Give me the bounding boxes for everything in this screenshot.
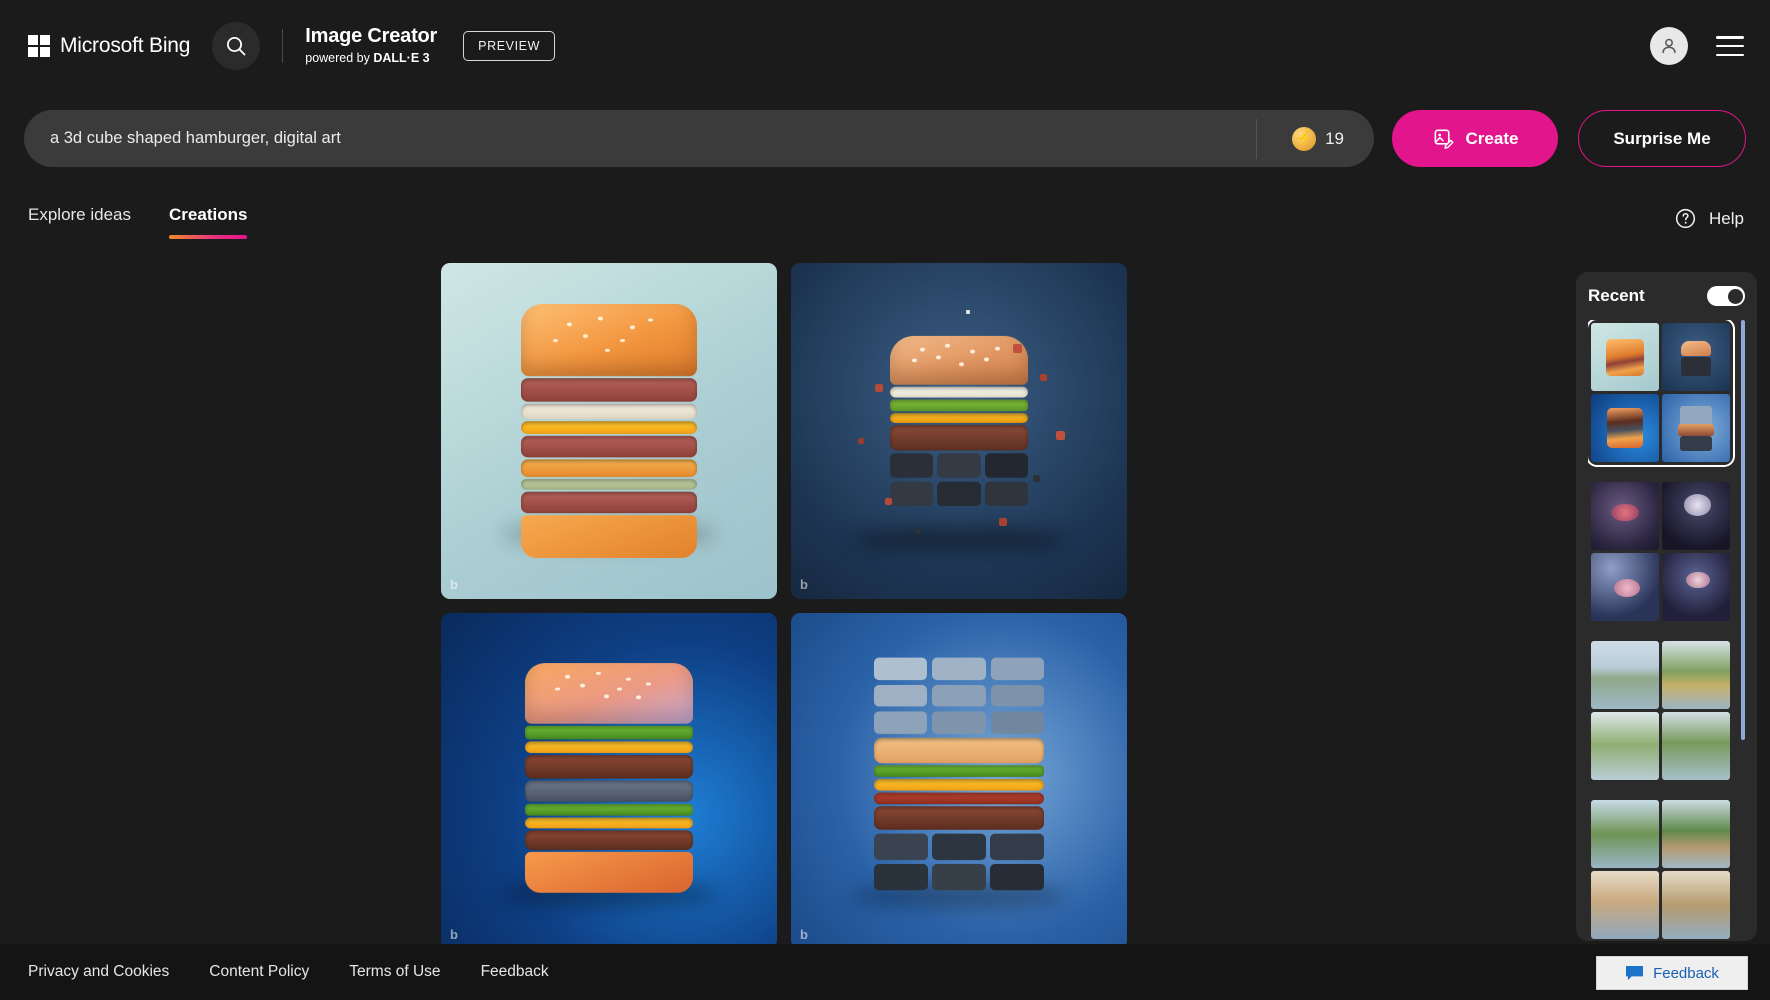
- tab-bar: Explore ideas Creations Help: [0, 205, 1770, 249]
- recent-thumb[interactable]: [1591, 394, 1659, 462]
- footer-link-content-policy[interactable]: Content Policy: [209, 963, 309, 981]
- prompt-input[interactable]: a 3d cube shaped hamburger, digital art …: [24, 110, 1374, 167]
- recent-thumb[interactable]: [1662, 482, 1730, 550]
- recent-thumb[interactable]: [1591, 712, 1659, 780]
- recent-header: Recent: [1588, 286, 1745, 306]
- recent-thumb[interactable]: [1591, 641, 1659, 709]
- tab-explore-ideas[interactable]: Explore ideas: [28, 205, 131, 239]
- search-icon: [227, 37, 246, 56]
- recent-thumb[interactable]: [1662, 323, 1730, 391]
- result-image-3[interactable]: b: [441, 613, 777, 949]
- boost-coin-icon: ⚡: [1292, 126, 1317, 151]
- recent-thumb[interactable]: [1591, 482, 1659, 550]
- hamburger-menu-icon[interactable]: [1716, 36, 1744, 56]
- generated-image-art-3: [441, 613, 777, 949]
- bing-watermark: b: [800, 577, 808, 592]
- tab-creations[interactable]: Creations: [169, 205, 248, 239]
- header-divider: [282, 29, 284, 63]
- bing-watermark: b: [450, 927, 458, 942]
- person-icon: [1662, 38, 1676, 54]
- powered-prefix: powered by: [305, 51, 374, 65]
- brand-label: Microsoft Bing: [60, 34, 191, 57]
- recent-thumb[interactable]: [1591, 553, 1659, 621]
- feedback-button[interactable]: Feedback: [1596, 956, 1748, 990]
- powered-brand: DALL·E 3: [373, 51, 430, 65]
- surprise-me-button[interactable]: Surprise Me: [1578, 110, 1746, 167]
- generated-image-art-2: [791, 263, 1127, 599]
- header-actions: [1650, 27, 1744, 65]
- recent-thumb[interactable]: [1662, 871, 1730, 939]
- bing-watermark: b: [800, 927, 808, 942]
- help-label: Help: [1709, 208, 1744, 228]
- page-footer: Privacy and Cookies Content Policy Terms…: [0, 944, 1770, 1000]
- recent-panel: Recent: [1576, 272, 1757, 941]
- recent-thumb[interactable]: [1591, 871, 1659, 939]
- recent-scrollbar-thumb[interactable]: [1741, 320, 1745, 740]
- recent-group-river-houses[interactable]: [1588, 797, 1733, 940]
- feedback-button-label: Feedback: [1653, 964, 1719, 982]
- recent-thumb[interactable]: [1662, 641, 1730, 709]
- recent-thumb[interactable]: [1591, 800, 1659, 868]
- recent-group-cube-hamburgers[interactable]: [1588, 320, 1735, 467]
- create-label: Create: [1465, 128, 1519, 148]
- recent-thumb[interactable]: [1662, 800, 1730, 868]
- help-button[interactable]: Help: [1674, 207, 1744, 230]
- recent-group-cosmic-flowers[interactable]: [1588, 479, 1733, 624]
- result-image-2[interactable]: b: [791, 263, 1127, 599]
- result-image-1[interactable]: b: [441, 263, 777, 599]
- recent-thumb[interactable]: [1662, 712, 1730, 780]
- token-divider: [1256, 119, 1257, 159]
- token-balance[interactable]: ⚡ 19: [1292, 126, 1344, 151]
- footer-links: Privacy and Cookies Content Policy Terms…: [28, 963, 549, 981]
- prompt-bar: a 3d cube shaped hamburger, digital art …: [24, 110, 1746, 167]
- recent-title: Recent: [1588, 286, 1645, 305]
- prompt-value: a 3d cube shaped hamburger, digital art: [50, 129, 341, 147]
- app-title-block: Image Creator powered by DALL·E 3: [305, 25, 437, 67]
- microsoft-logo-icon: [28, 35, 50, 57]
- generated-image-art-1: [441, 263, 777, 599]
- image-pencil-icon: [1434, 129, 1454, 149]
- recent-group-lakeside-cottages[interactable]: [1588, 638, 1733, 783]
- preview-badge: PREVIEW: [463, 31, 556, 61]
- recent-toggle[interactable]: [1707, 286, 1745, 306]
- recent-thumb[interactable]: [1591, 323, 1659, 391]
- question-circle-icon: [1675, 208, 1696, 229]
- footer-link-privacy-and-cookies[interactable]: Privacy and Cookies: [28, 963, 169, 981]
- generated-image-art-4: [791, 613, 1127, 949]
- search-icon-button[interactable]: [212, 22, 261, 70]
- results-grid: b b b b: [441, 263, 1127, 949]
- bing-brand[interactable]: Microsoft Bing: [28, 34, 190, 58]
- footer-link-feedback[interactable]: Feedback: [481, 963, 549, 981]
- speech-bubble-icon: [1626, 965, 1644, 980]
- surprise-label: Surprise Me: [1613, 128, 1711, 148]
- footer-link-terms-of-use[interactable]: Terms of Use: [349, 963, 440, 981]
- app-header: Microsoft Bing Image Creator powered by …: [0, 0, 1770, 92]
- recent-list[interactable]: [1588, 320, 1745, 940]
- recent-scrollbar[interactable]: [1741, 320, 1745, 940]
- token-count: 19: [1325, 128, 1344, 148]
- tab-list: Explore ideas Creations: [28, 205, 248, 239]
- avatar[interactable]: [1650, 27, 1688, 65]
- image-creator-page: Microsoft Bing Image Creator powered by …: [0, 0, 1770, 1000]
- powered-by-label: powered by DALL·E 3: [305, 49, 437, 67]
- bing-watermark: b: [450, 577, 458, 592]
- result-image-4[interactable]: b: [791, 613, 1127, 949]
- recent-thumb[interactable]: [1662, 394, 1730, 462]
- recent-thumb[interactable]: [1662, 553, 1730, 621]
- page-title: Image Creator: [305, 25, 438, 47]
- create-button[interactable]: Create: [1392, 110, 1558, 167]
